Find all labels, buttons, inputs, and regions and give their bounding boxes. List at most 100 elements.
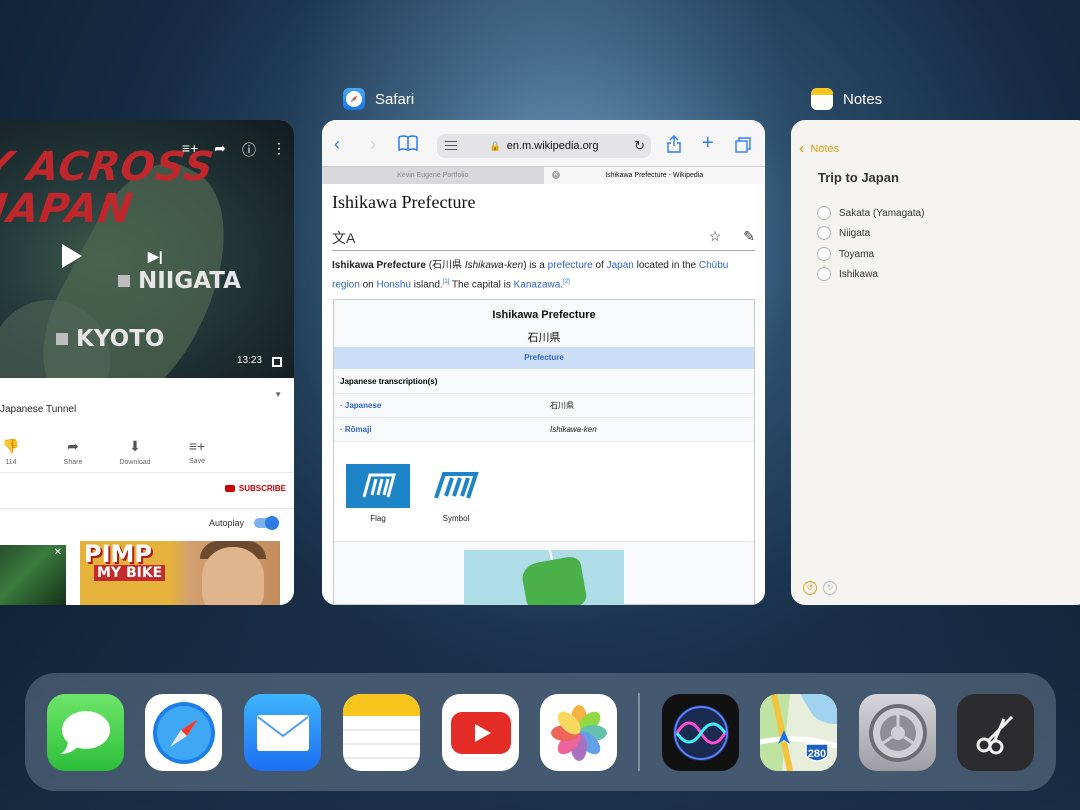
link-prefecture[interactable]: prefecture: [548, 260, 593, 271]
infobox-title: Ishikawa Prefecture: [492, 309, 596, 321]
photos-app-icon[interactable]: [540, 694, 617, 771]
safari-toolbar: ‹ › 🔒 en.m.wikipedia.org ↻ +: [322, 120, 765, 166]
edit-pencil-icon[interactable]: ✎: [743, 228, 755, 248]
thumbnail-subtitle: MY BIKE: [94, 565, 166, 581]
link-honshu[interactable]: Honshu: [377, 279, 411, 290]
messages-app-icon[interactable]: [47, 694, 124, 771]
chevron-left-icon: ‹: [799, 140, 805, 157]
subscribe-button[interactable]: SUBSCRIBE: [224, 484, 286, 493]
video-duration: 13:23: [236, 355, 262, 366]
language-icon[interactable]: 文A: [332, 228, 355, 248]
video-thumbnail[interactable]: ✕: [0, 545, 66, 605]
safari-app-icon[interactable]: [145, 694, 222, 771]
tabs-overview-icon[interactable]: [735, 137, 751, 158]
tab-ishikawa-prefecture[interactable]: ✕ Ishikawa Prefecture - Wikipedia: [543, 167, 765, 184]
save-button[interactable]: ≡+ Save: [166, 438, 228, 466]
mail-app-icon[interactable]: [244, 694, 321, 771]
close-tab-icon[interactable]: ✕: [551, 171, 560, 179]
download-icon: ⬇: [129, 438, 141, 454]
checklist-item[interactable]: Niigata: [817, 226, 870, 240]
fullscreen-icon[interactable]: [272, 357, 282, 367]
web-page[interactable]: Ishikawa Prefecture 文A ☆ ✎ Ishikawa Pref…: [322, 184, 765, 605]
safari-label-text: Safari: [375, 90, 415, 108]
thumbs-down-icon: 👎: [2, 438, 20, 454]
youtube-app-icon[interactable]: [442, 694, 519, 771]
notes-app-card[interactable]: ‹ Notes Trip to Japan Sakata (Yamagata) N…: [791, 120, 1080, 605]
share-icon[interactable]: ➦: [214, 140, 226, 160]
checklist-item[interactable]: Toyama: [817, 247, 874, 261]
video-overlay-controls: ≡+ ➦ ⓘ ⋮: [182, 140, 286, 160]
safari-app-label[interactable]: Safari: [343, 88, 414, 110]
info-icon[interactable]: ⓘ: [242, 140, 256, 160]
youtube-app-card[interactable]: Y ACROSS JAPAN NIIGATA KYOTO ≡+ ➦ ⓘ ⋮ ▶|…: [0, 120, 294, 605]
prefecture-flag[interactable]: Flag: [346, 464, 410, 523]
tab-kevin-eugene-portfolio[interactable]: Kevin Eugene Portfolio: [322, 167, 544, 184]
forward-icon[interactable]: ›: [370, 134, 376, 155]
dislike-button[interactable]: 👎 114: [0, 438, 42, 466]
settings-app-icon[interactable]: [859, 694, 936, 771]
note-title: Trip to Japan: [818, 170, 899, 185]
checklist-item[interactable]: Sakata (Yamagata): [817, 206, 924, 220]
reload-icon[interactable]: ↻: [634, 138, 645, 154]
siri-app-icon[interactable]: [662, 694, 739, 771]
infobox: Ishikawa Prefecture 石川県 Prefecture Japan…: [333, 299, 755, 605]
maps-app-icon[interactable]: 280: [760, 694, 837, 771]
share-arrow-icon: ➦: [67, 438, 79, 454]
checkbox-icon[interactable]: [817, 226, 831, 240]
notes-back-button[interactable]: ‹ Notes: [799, 140, 839, 158]
bookmarks-icon[interactable]: [398, 135, 418, 156]
screenshot-tool-app-icon[interactable]: [957, 694, 1034, 771]
link-romaji[interactable]: · Rōmaji: [334, 425, 544, 434]
share-icon[interactable]: [667, 135, 681, 158]
close-icon[interactable]: ✕: [54, 547, 62, 558]
thumbnail-face: [202, 547, 264, 605]
undo-icon[interactable]: ↺: [803, 581, 817, 595]
article-tools: 文A ☆ ✎: [332, 228, 755, 248]
link-japan[interactable]: Japan: [607, 260, 634, 271]
symbol-image: [424, 464, 488, 508]
dock-separator: [638, 693, 640, 771]
watch-star-icon[interactable]: ☆: [709, 228, 722, 248]
thumbnail-title: PIMP: [84, 541, 152, 568]
page-title: Ishikawa Prefecture: [332, 192, 476, 212]
reader-icon[interactable]: [445, 141, 457, 150]
video-thumbnail[interactable]: PIMP MY BIKE: [80, 541, 280, 605]
infobox-row: · Japanese 石川県: [334, 394, 754, 418]
new-tab-icon[interactable]: +: [702, 132, 714, 155]
checkbox-icon[interactable]: [817, 247, 831, 261]
download-button[interactable]: ⬇ Download: [104, 438, 166, 466]
video-action-bar: 👎 114 ➦ Share ⬇ Download ≡+ Save: [0, 438, 294, 466]
notes-app-label[interactable]: Notes: [811, 88, 882, 110]
next-video-icon[interactable]: ▶|: [148, 248, 163, 265]
notes-bottom-bar: ↺ ↻: [803, 581, 837, 595]
link-kanazawa[interactable]: Kanazawa: [514, 279, 561, 290]
divider: [0, 472, 294, 473]
autoplay-toggle[interactable]: [254, 516, 279, 530]
location-map[interactable]: [464, 550, 624, 605]
map-city-niigata: NIIGATA: [118, 268, 241, 294]
add-to-queue-icon[interactable]: ≡+: [182, 140, 198, 160]
notes-app-icon[interactable]: [343, 694, 420, 771]
infobox-row: · Rōmaji Ishikawa-ken: [334, 418, 754, 442]
interstate-shield-label: 280: [808, 748, 826, 760]
safari-app-card[interactable]: ‹ › 🔒 en.m.wikipedia.org ↻ + Kevin Eugen…: [322, 120, 765, 605]
back-icon[interactable]: ‹: [334, 134, 340, 155]
share-button[interactable]: ➦ Share: [42, 438, 104, 466]
safari-icon: [343, 88, 365, 110]
checklist-item[interactable]: Ishikawa: [817, 267, 878, 281]
redo-icon[interactable]: ↻: [823, 581, 837, 595]
article-intro: Ishikawa Prefecture (石川県 Ishikawa-ken) i…: [332, 260, 729, 291]
address-bar[interactable]: 🔒 en.m.wikipedia.org ↻: [437, 134, 651, 158]
more-icon[interactable]: ⋮: [272, 140, 286, 160]
checkbox-icon[interactable]: [817, 206, 831, 220]
video-player[interactable]: Y ACROSS JAPAN NIIGATA KYOTO ≡+ ➦ ⓘ ⋮ ▶|…: [0, 120, 294, 378]
autoplay-label: Autoplay: [208, 518, 244, 528]
prefecture-symbol[interactable]: Symbol: [424, 464, 488, 523]
citation-2[interactable]: [2]: [563, 279, 570, 285]
flag-caption: Flag: [370, 514, 386, 523]
link-japanese[interactable]: · Japanese: [334, 401, 544, 410]
checkbox-icon[interactable]: [817, 267, 831, 281]
expand-description-icon[interactable]: ▼: [274, 390, 282, 399]
divider: [0, 508, 294, 509]
play-icon[interactable]: [62, 244, 82, 268]
